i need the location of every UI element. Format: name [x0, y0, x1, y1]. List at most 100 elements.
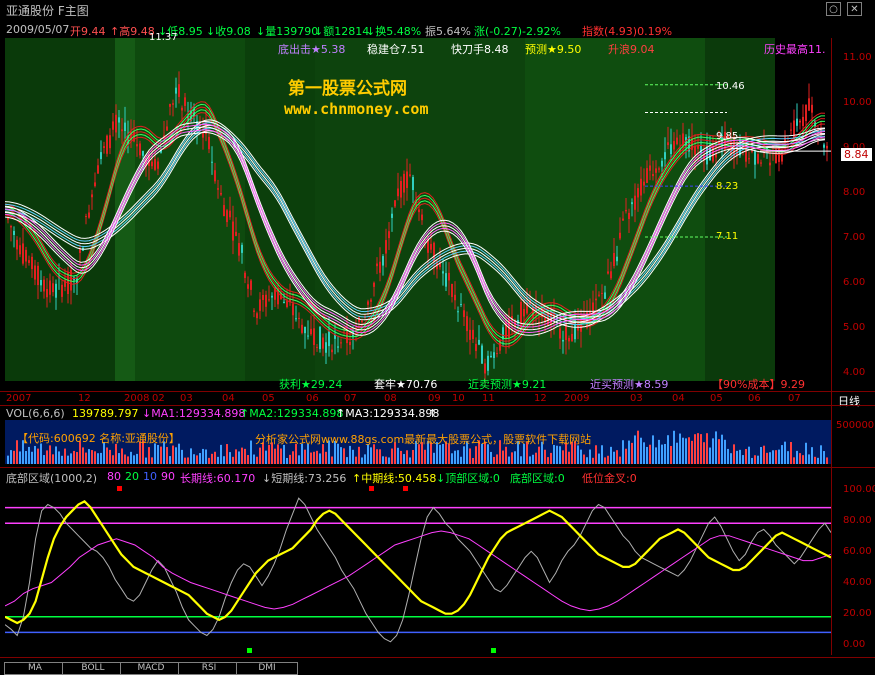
candle-body — [406, 171, 408, 188]
tab-rsi[interactable]: RSI — [178, 662, 240, 675]
candle-body — [412, 177, 414, 191]
volume-bar — [520, 456, 522, 464]
osc-long-term: 长期线:60.170 — [180, 472, 256, 485]
volume-bar — [490, 451, 492, 464]
x-tick: 2009 — [564, 393, 590, 404]
volume-bar — [73, 450, 75, 464]
volume-bar — [88, 449, 90, 464]
volume-bar — [631, 442, 633, 464]
candle-body — [241, 244, 243, 253]
volume-bar — [553, 444, 555, 464]
volume-bar — [274, 448, 276, 464]
volume-bar — [67, 455, 69, 464]
volume-bar — [346, 457, 348, 464]
volume-bar — [802, 455, 804, 464]
candle-body — [400, 180, 402, 198]
volume-chart[interactable]: 【代码:600692 名称:亚通股份】 分析家公式网www.88gs.com最新… — [5, 420, 831, 464]
candle-body — [103, 146, 105, 148]
candle-body — [391, 213, 393, 218]
volume-bar — [265, 450, 267, 464]
quote-high: ↑高9.48 — [110, 25, 155, 38]
candle-body — [361, 320, 363, 323]
volume-bar — [208, 457, 210, 464]
volume-bar — [676, 442, 678, 464]
candle-body — [265, 294, 267, 307]
axis-divider — [831, 38, 832, 655]
x-tick: 11 — [482, 393, 495, 404]
volume-bar — [235, 449, 237, 464]
candle-body — [418, 209, 420, 213]
volume-bar — [352, 449, 354, 464]
osc-bottom-marker — [247, 648, 252, 653]
osc-mid-term: ↑中期线:50.458 — [352, 472, 437, 485]
volume-bar — [691, 440, 693, 464]
candle-body — [673, 141, 675, 150]
volume-bar — [547, 457, 549, 464]
candle-body — [493, 352, 495, 358]
candle-body — [631, 202, 633, 205]
volume-bar — [232, 456, 234, 464]
volume-bar — [622, 440, 624, 464]
candle-body — [382, 256, 384, 266]
volume-bar — [754, 455, 756, 464]
tab-dmi[interactable]: DMI — [236, 662, 298, 675]
candle-body — [220, 192, 222, 195]
x-tick: 12 — [534, 393, 547, 404]
x-tick: 12 — [78, 393, 91, 404]
level-label-2: 9.85 — [716, 131, 739, 142]
oscillator-chart[interactable] — [5, 486, 831, 654]
volume-bar — [643, 442, 645, 464]
minimize-icon[interactable]: ○ — [826, 2, 841, 16]
volume-bar — [751, 457, 753, 464]
volume-bar — [97, 453, 99, 464]
candle-body — [328, 331, 330, 347]
osc-short-term: ↓短期线:73.256 — [262, 472, 347, 485]
y-tick: 4.00 — [843, 367, 866, 378]
candle-body — [217, 188, 219, 190]
price-chart[interactable] — [5, 38, 831, 387]
volume-bar — [244, 448, 246, 464]
panel-divider — [0, 467, 875, 468]
oscillator-y-axis: 100.00 80.00 60.00 40.00 20.00 0.00 — [831, 484, 875, 654]
volume-bar — [808, 454, 810, 464]
volume-bar — [532, 454, 534, 464]
candle-body — [16, 239, 18, 250]
candle-body — [85, 216, 87, 218]
osc-y-tick: 20.00 — [843, 608, 872, 619]
candle-body — [409, 174, 411, 176]
candle-body — [319, 326, 321, 350]
volume-bar — [190, 448, 192, 464]
volume-bar — [595, 445, 597, 464]
x-tick: 07 — [344, 393, 357, 404]
volume-bar — [145, 457, 147, 464]
bg-band — [5, 38, 115, 381]
candle-body — [496, 353, 498, 355]
candle-body — [40, 280, 42, 286]
osc-param-10: 10 — [143, 470, 157, 483]
tab-ma[interactable]: MA — [4, 662, 66, 675]
candle-body — [31, 256, 33, 270]
tab-macd[interactable]: MACD — [120, 662, 182, 675]
candle-body — [466, 316, 468, 332]
volume-bar — [409, 457, 411, 464]
volume-bar — [625, 448, 627, 464]
volume-bar — [127, 456, 129, 464]
volume-bar — [166, 447, 168, 464]
volume-bar — [721, 434, 723, 464]
volume-bar — [373, 444, 375, 464]
candle-body — [469, 329, 471, 340]
volume-bar — [700, 434, 702, 464]
volume-bar — [649, 444, 651, 464]
volume-bar — [817, 457, 819, 464]
volume-bar — [535, 452, 537, 464]
volume-bar — [616, 450, 618, 464]
candle-body — [760, 162, 762, 164]
tab-boll[interactable]: BOLL — [62, 662, 124, 675]
close-icon[interactable]: ✕ — [847, 2, 862, 16]
candle-body — [604, 292, 606, 299]
x-tick: 04 — [222, 393, 235, 404]
watermark-url: www.chnmoney.com — [284, 100, 429, 118]
candle-body — [622, 218, 624, 221]
candle-body — [694, 146, 696, 155]
volume-bar — [763, 445, 765, 464]
